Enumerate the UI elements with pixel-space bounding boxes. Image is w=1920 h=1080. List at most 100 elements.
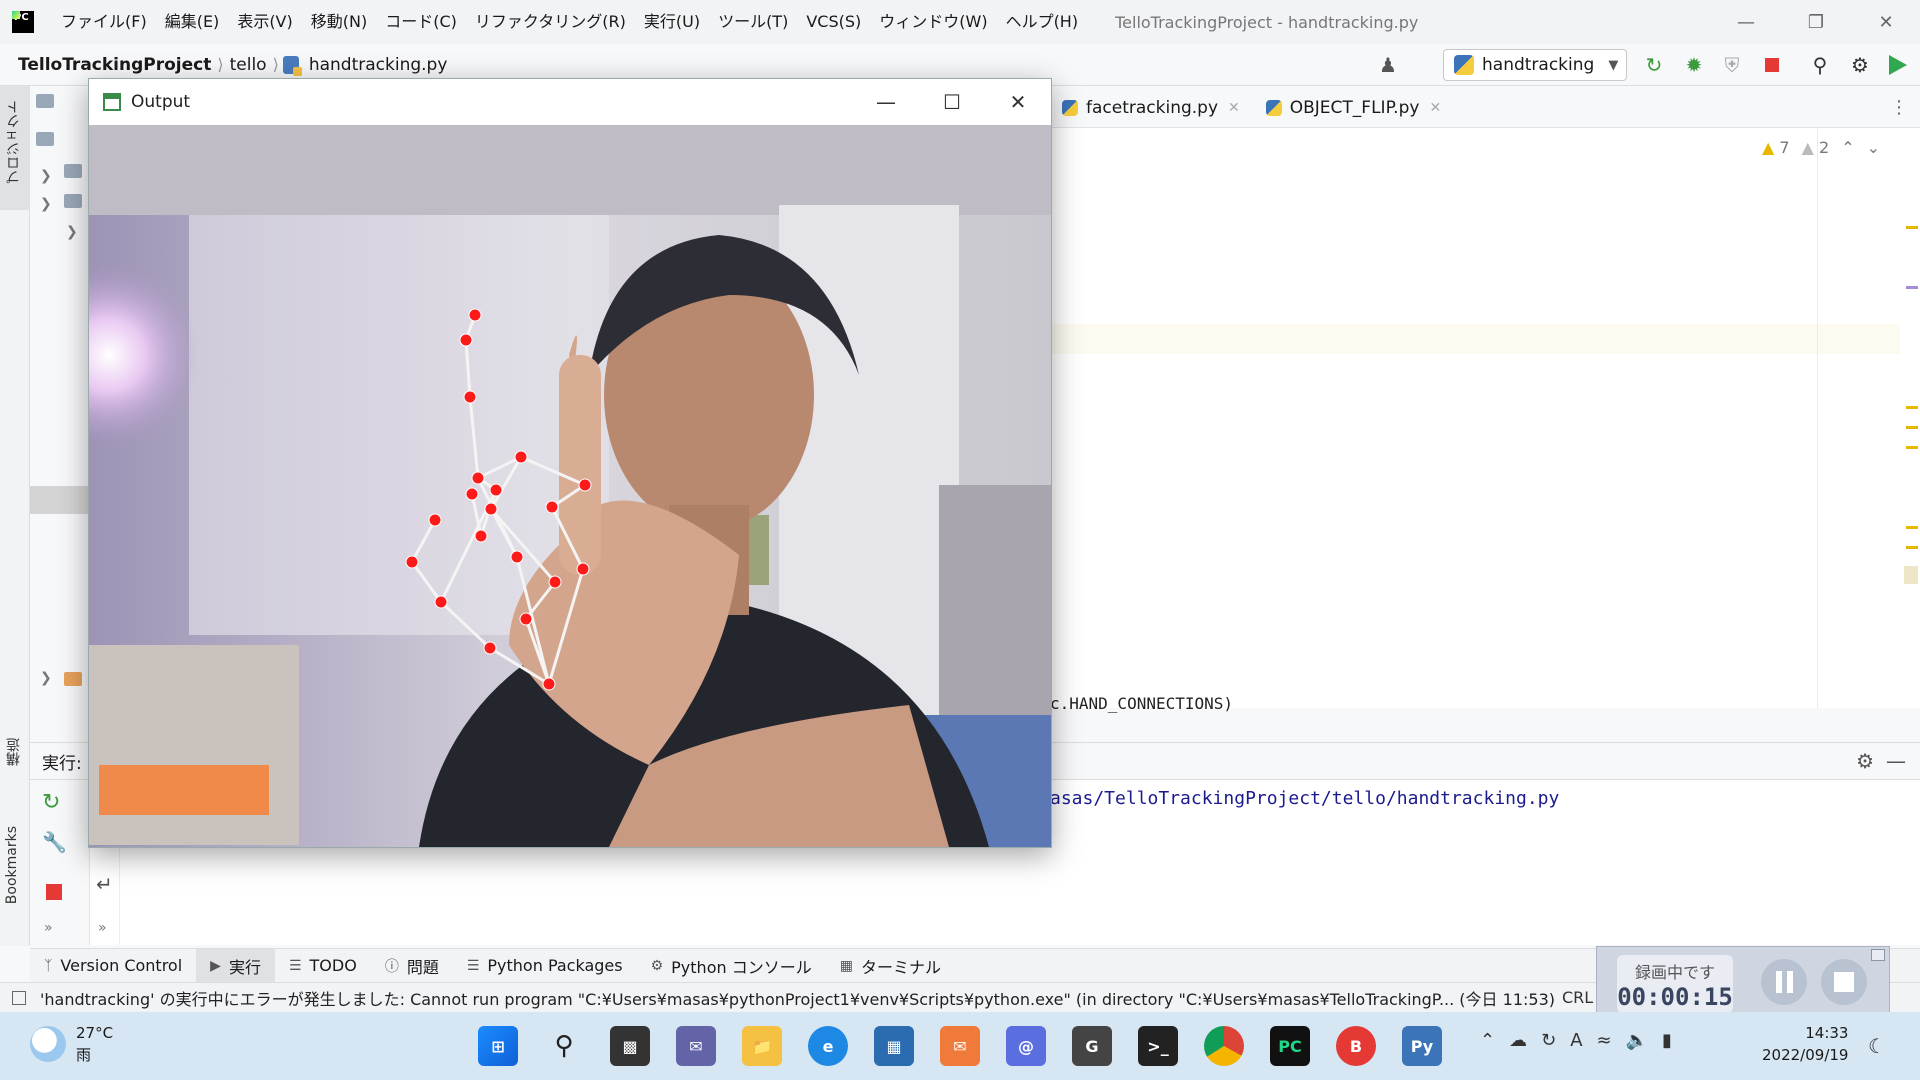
tab-bookmarks[interactable]: Bookmarks — [4, 826, 20, 904]
tab-version-control[interactable]: ᛉ Version Control — [30, 949, 196, 983]
info-mark[interactable] — [1906, 286, 1918, 289]
task-view-icon[interactable]: ▩ — [610, 1026, 650, 1066]
search-icon[interactable]: ⚲ — [544, 1026, 584, 1066]
warning-mark[interactable] — [1906, 546, 1918, 549]
output-close-button[interactable]: ✕ — [985, 79, 1051, 125]
rerun-icon[interactable]: ↻ — [1642, 53, 1666, 77]
mail-app-icon[interactable]: ✉ — [940, 1026, 980, 1066]
chevron-right-icon[interactable]: ❯ — [40, 168, 52, 184]
tab-problems[interactable]: ⓘ 問題 — [371, 949, 453, 983]
chrome-icon[interactable] — [1204, 1026, 1244, 1066]
menu-navigate[interactable]: 移動(N) — [302, 0, 376, 44]
minimize-icon[interactable] — [1871, 949, 1885, 961]
folder-icon[interactable] — [36, 132, 54, 146]
weak-warning-count[interactable]: ▲ 2 — [1802, 138, 1830, 157]
menu-view[interactable]: 表示(V) — [228, 0, 301, 44]
close-tab-icon[interactable]: ✕ — [1228, 100, 1240, 116]
close-button[interactable]: ✕ — [1856, 0, 1916, 44]
edge-icon[interactable]: e — [808, 1026, 848, 1066]
tab-project[interactable]: プロジェクト — [4, 100, 24, 184]
battery-icon[interactable]: ▮ — [1662, 1030, 1672, 1051]
menu-run[interactable]: 実行(U) — [635, 0, 709, 44]
minimize-button[interactable]: — — [1716, 0, 1776, 44]
python-app-icon[interactable]: Py — [1402, 1026, 1442, 1066]
caret-mark[interactable] — [1904, 566, 1918, 584]
menu-tools[interactable]: ツール(T) — [709, 0, 797, 44]
tab-todo[interactable]: ☰ TODO — [275, 949, 371, 983]
chevron-up-icon[interactable]: ⌃ — [1480, 1030, 1495, 1051]
warning-count[interactable]: ▲ 7 — [1762, 138, 1790, 157]
status-message[interactable]: 'handtracking' の実行中にエラーが発生しました: Cannot r… — [40, 986, 1555, 1010]
inspection-widget[interactable]: ▲ 7 ▲ 2 ⌃ ⌄ — [1762, 138, 1880, 157]
run-configuration-select[interactable]: handtracking ▼ — [1443, 49, 1627, 81]
warning-mark[interactable] — [1906, 406, 1918, 409]
tab-python-packages[interactable]: ☰ Python Packages — [453, 949, 637, 983]
hide-panel-icon[interactable]: — — [1886, 749, 1906, 773]
menu-help[interactable]: ヘルプ(H) — [997, 0, 1088, 44]
rerun-icon[interactable]: ↻ — [42, 790, 60, 815]
more-actions-icon[interactable]: » — [98, 920, 107, 936]
bandicam-icon[interactable]: B — [1336, 1026, 1376, 1066]
search-icon[interactable]: ⚲ — [1808, 53, 1832, 77]
terminal-app-icon[interactable]: >_ — [1138, 1026, 1178, 1066]
windows-start-icon[interactable]: ⊞ — [478, 1026, 518, 1066]
tab-facetracking[interactable]: facetracking.py ✕ — [1062, 98, 1240, 118]
close-tab-icon[interactable]: ✕ — [1429, 100, 1441, 116]
chevron-down-icon[interactable]: ❯ — [40, 196, 52, 212]
gear-icon[interactable]: ⚙ — [1856, 749, 1874, 773]
chevron-right-icon[interactable]: ❯ — [40, 670, 52, 686]
coverage-icon[interactable]: ⛨ — [1720, 53, 1744, 77]
warning-mark[interactable] — [1906, 226, 1918, 229]
output-minimize-button[interactable]: — — [853, 79, 919, 125]
tab-object-flip[interactable]: OBJECT_FLIP.py ✕ — [1265, 98, 1441, 118]
wifi-icon[interactable]: ≈ — [1597, 1030, 1612, 1051]
more-tabs-icon[interactable]: ⋮ — [1890, 97, 1908, 118]
ime-icon[interactable]: A — [1570, 1030, 1582, 1051]
menu-vcs[interactable]: VCS(S) — [797, 0, 870, 44]
output-window[interactable]: Output — ☐ ✕ — [88, 78, 1052, 848]
sync-icon[interactable]: ↻ — [1541, 1030, 1556, 1051]
focus-assist-icon[interactable]: ☾ — [1868, 1034, 1886, 1058]
stop-icon[interactable] — [46, 884, 62, 900]
tab-structure[interactable]: 構造 — [4, 738, 24, 766]
volume-icon[interactable]: 🔈 — [1626, 1030, 1648, 1051]
pause-button[interactable] — [1761, 959, 1807, 1005]
menu-file[interactable]: ファイル(F) — [52, 0, 156, 44]
tab-run[interactable]: ▶ 実行 — [196, 948, 275, 983]
error-stripe[interactable] — [1904, 128, 1920, 708]
gear-icon[interactable]: ⚙ — [1848, 53, 1872, 77]
debug-icon[interactable]: ✹ — [1682, 53, 1706, 77]
store-icon[interactable]: ▦ — [874, 1026, 914, 1066]
warning-mark[interactable] — [1906, 526, 1918, 529]
warning-mark[interactable] — [1906, 446, 1918, 449]
file-explorer-icon[interactable]: 📁 — [742, 1026, 782, 1066]
tab-python-console[interactable]: ⚙ Python コンソール — [637, 949, 826, 983]
pycharm-taskbar-icon[interactable]: PC — [1270, 1026, 1310, 1066]
user-icon[interactable]: ♟ — [1376, 53, 1400, 77]
jetbrains-icon[interactable] — [1886, 53, 1910, 77]
code-editor[interactable]: ▲ 7 ▲ 2 ⌃ ⌄ c.HAND_CONNECTIONS) — [1050, 128, 1920, 713]
chevron-right-icon[interactable]: ❯ — [66, 224, 78, 240]
onedrive-icon[interactable]: ☁ — [1509, 1030, 1527, 1051]
output-maximize-button[interactable]: ☐ — [919, 79, 985, 125]
clock[interactable]: 14:33 2022/09/19 — [1762, 1022, 1848, 1066]
tab-terminal[interactable]: ▦ ターミナル — [826, 949, 955, 983]
stop-recording-button[interactable] — [1821, 959, 1867, 1005]
at-menu-icon[interactable]: @ — [1006, 1026, 1046, 1066]
menu-window[interactable]: ウィンドウ(W) — [870, 0, 996, 44]
chat-icon[interactable]: ✉ — [676, 1026, 716, 1066]
menu-code[interactable]: コード(C) — [376, 0, 466, 44]
breadcrumb-project[interactable]: TelloTrackingProject — [12, 55, 217, 75]
menu-refactor[interactable]: リファクタリング(R) — [466, 0, 635, 44]
wrench-icon[interactable]: 🔧 — [42, 830, 67, 854]
g-app-icon[interactable]: G — [1072, 1026, 1112, 1066]
more-actions-icon[interactable]: » — [44, 920, 53, 936]
next-highlight-icon[interactable]: ⌄ — [1867, 138, 1880, 157]
stop-icon[interactable] — [1760, 53, 1784, 77]
breadcrumb-folder[interactable]: tello — [224, 55, 273, 75]
breadcrumb-file[interactable]: handtracking.py — [303, 55, 454, 75]
line-separator[interactable]: CRL — [1562, 988, 1593, 1007]
menu-edit[interactable]: 編集(E) — [156, 0, 229, 44]
output-titlebar[interactable]: Output — ☐ ✕ — [89, 79, 1051, 125]
tool-windows-toggle-icon[interactable] — [12, 990, 26, 1005]
